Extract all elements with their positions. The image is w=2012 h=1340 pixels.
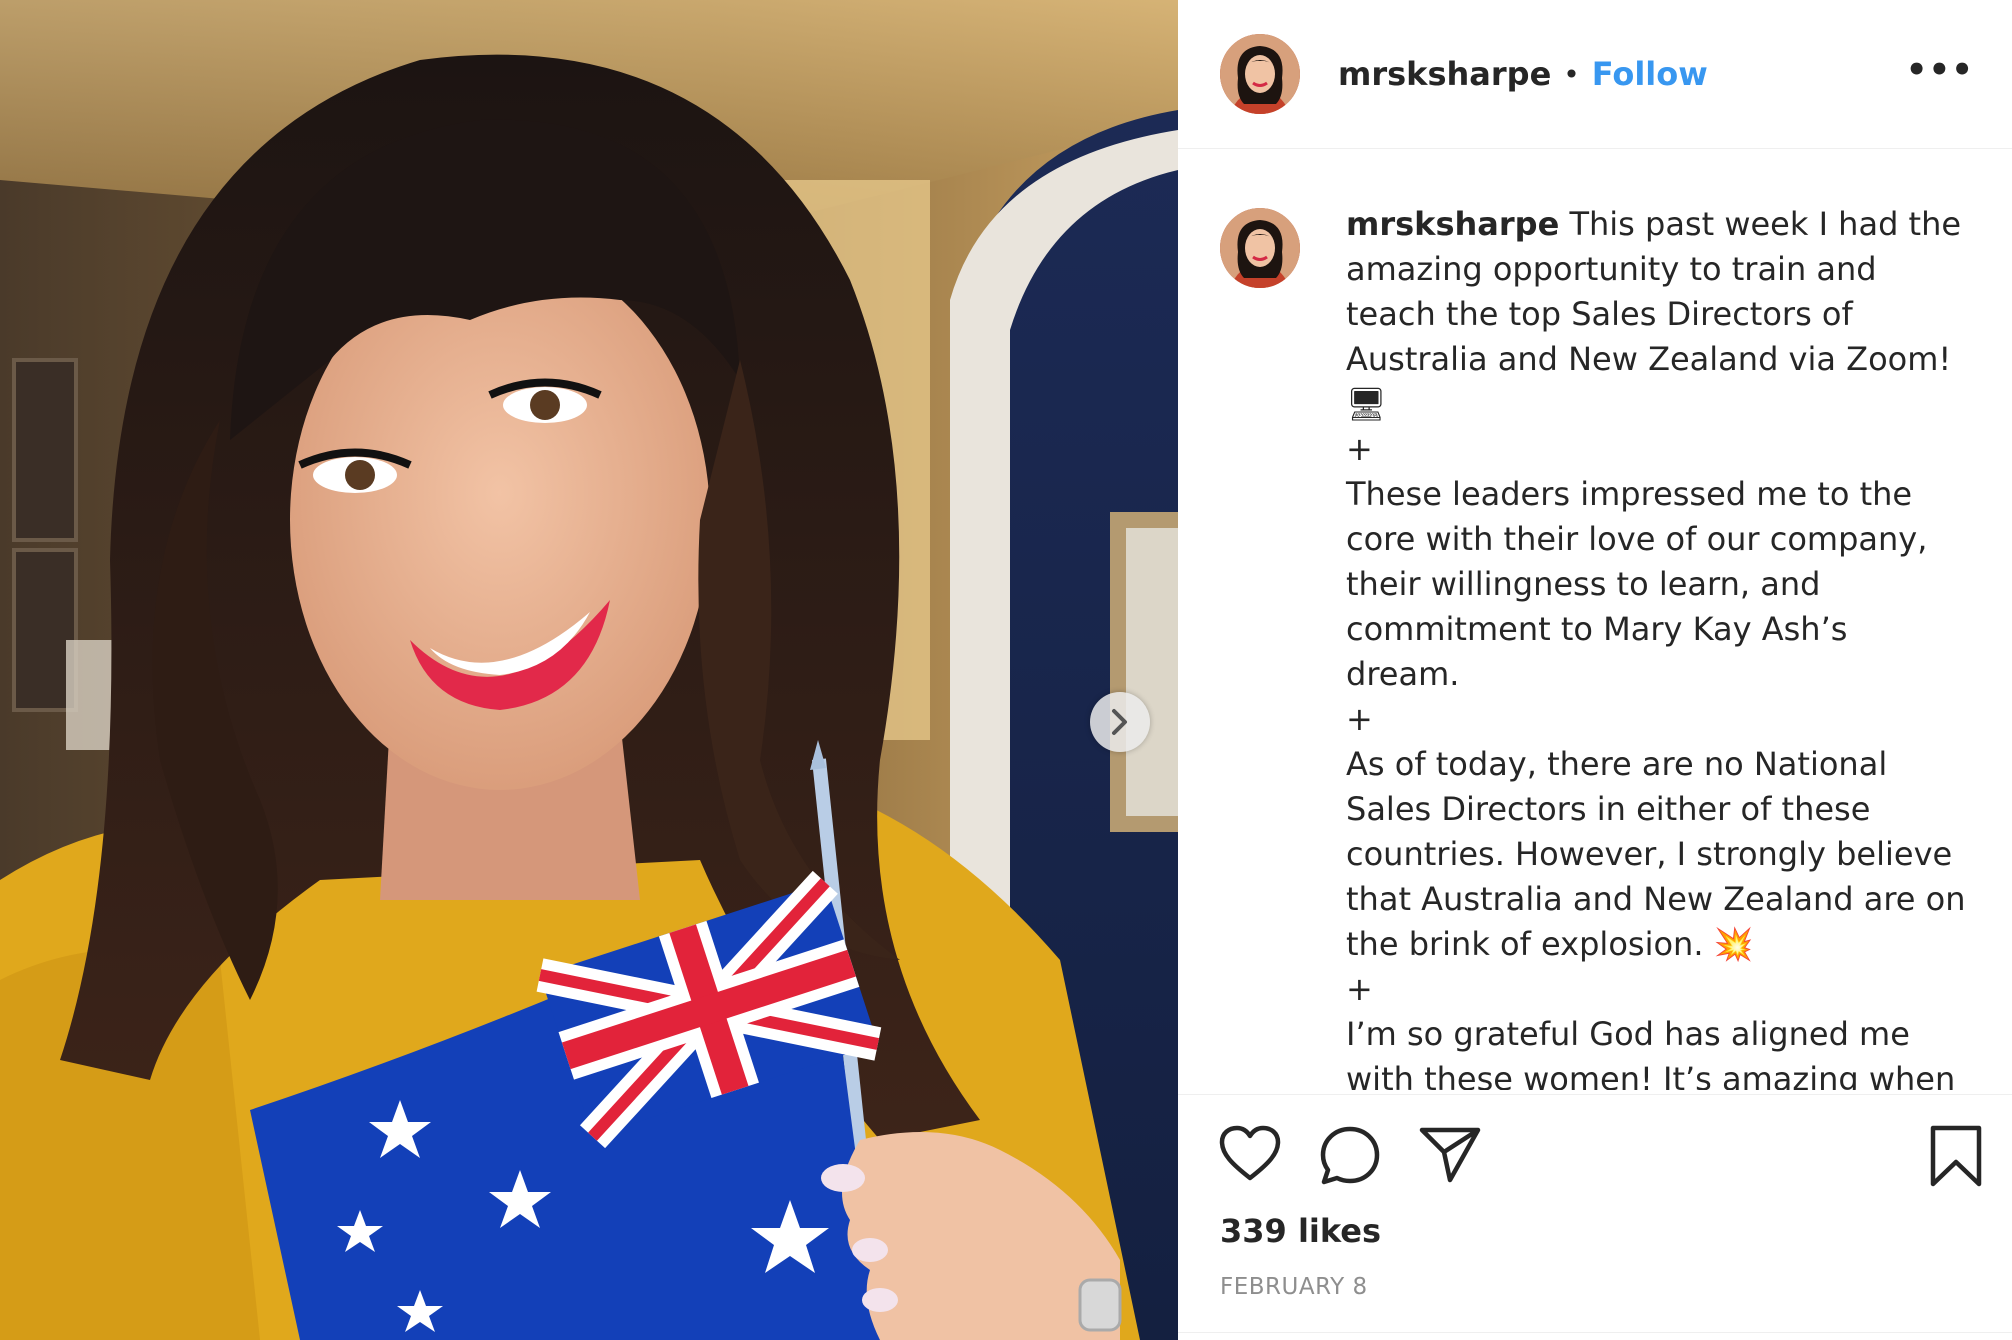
caption-text: This past week I had the amazing opportu… <box>1346 205 1966 1090</box>
post-caption: mrsksharpe This past week I had the amaz… <box>1346 202 1966 1090</box>
post-side-panel: mrsksharpe • Follow ••• mrsksharpe This … <box>1178 0 2012 1340</box>
like-button[interactable] <box>1218 1124 1282 1188</box>
post-header: mrsksharpe • Follow ••• <box>1178 0 2012 149</box>
divider <box>1178 1332 2012 1333</box>
divider <box>1178 1094 2012 1095</box>
post-photo[interactable] <box>0 0 1178 1340</box>
chevron-right-icon <box>1112 709 1127 735</box>
instagram-post: mrsksharpe • Follow ••• mrsksharpe This … <box>0 0 2012 1340</box>
action-bar <box>1218 1124 1982 1192</box>
separator-dot: • <box>1563 57 1580 91</box>
header-username[interactable]: mrsksharpe <box>1338 55 1551 93</box>
paper-plane-icon <box>1419 1127 1481 1183</box>
next-slide-button[interactable] <box>1090 692 1150 752</box>
post-date[interactable]: FEBRUARY 8 <box>1220 1274 1368 1300</box>
avatar-image <box>1220 34 1300 114</box>
profile-avatar[interactable] <box>1220 34 1300 114</box>
photo-illustration <box>0 0 1178 1340</box>
comments-scroll-area[interactable]: mrsksharpe This past week I had the amaz… <box>1178 150 2012 1090</box>
avatar-image <box>1220 208 1300 288</box>
bookmark-icon <box>1930 1125 1982 1187</box>
heart-icon <box>1219 1125 1281 1181</box>
caption-avatar[interactable] <box>1220 208 1300 288</box>
follow-button[interactable]: Follow <box>1592 55 1708 93</box>
share-button[interactable] <box>1418 1124 1482 1188</box>
caption-username[interactable]: mrsksharpe <box>1346 205 1559 243</box>
more-icon: ••• <box>1905 50 1974 90</box>
comment-button[interactable] <box>1318 1124 1382 1192</box>
comment-icon <box>1320 1126 1380 1185</box>
more-options-button[interactable]: ••• <box>1906 50 1974 90</box>
likes-count[interactable]: 339 likes <box>1220 1212 1381 1250</box>
save-button[interactable] <box>1928 1124 1984 1192</box>
